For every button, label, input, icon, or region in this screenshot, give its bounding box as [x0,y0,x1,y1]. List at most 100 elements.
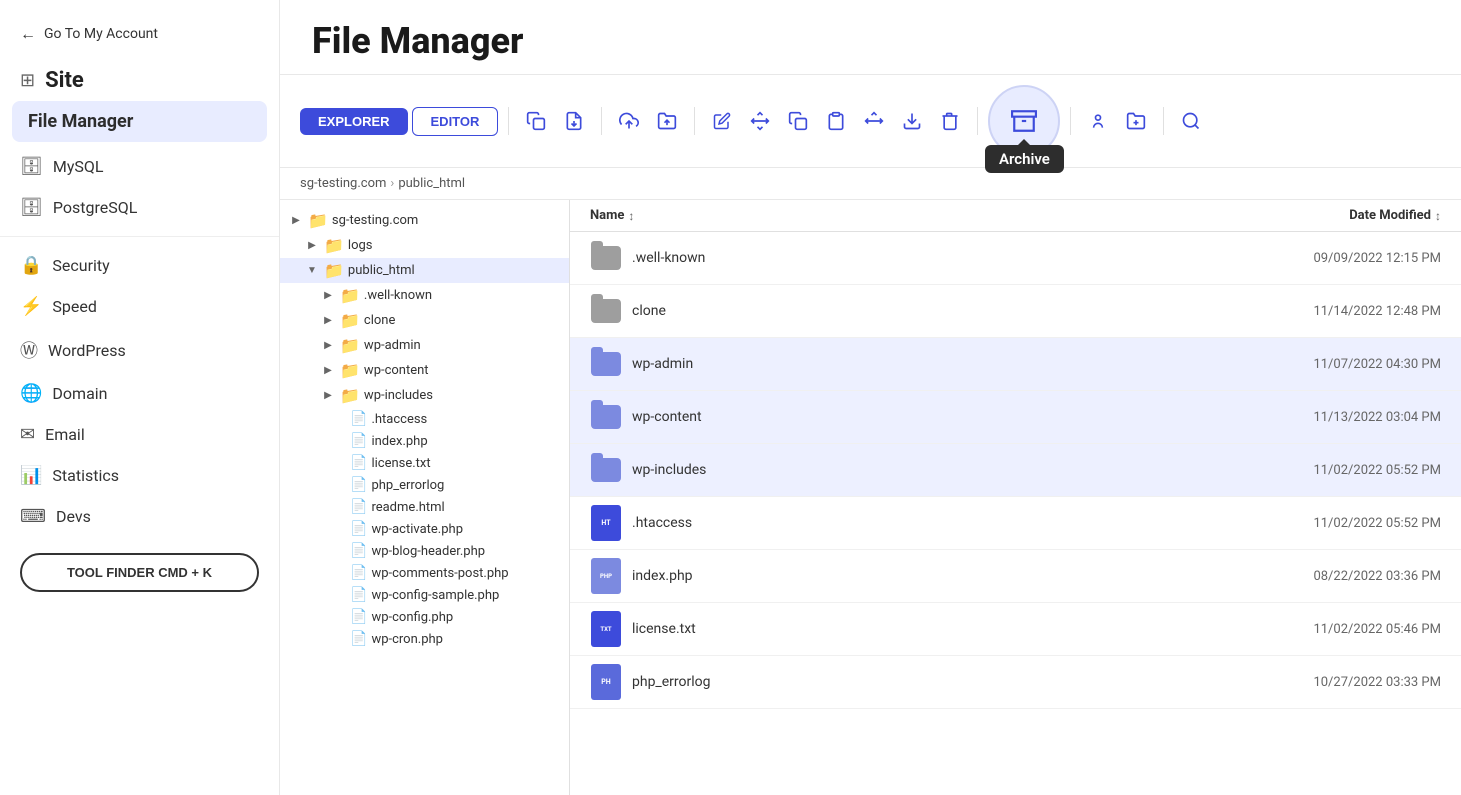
file-row[interactable]: wp-content 11/13/2022 03:04 PM [570,391,1461,444]
tree-item[interactable]: 📄 readme.html [280,496,569,518]
sidebar-item-statistics[interactable]: 📊 Statistics [0,455,279,496]
move-button[interactable] [743,104,777,138]
chevron-down-icon: ▼ [304,265,320,276]
tree-item[interactable]: ▶ 📁 .well-known [280,283,569,308]
tree-item[interactable]: 📄 .htaccess [280,408,569,430]
duplicate-button[interactable] [781,104,815,138]
search-button[interactable] [1174,104,1208,138]
tree-item[interactable]: ▶ 📁 sg-testing.com [280,208,569,233]
tree-item[interactable]: ▶ 📁 wp-content [280,358,569,383]
sidebar-item-label: PostgreSQL [53,198,137,217]
permissions-button[interactable] [1081,104,1115,138]
delete-button[interactable] [933,104,967,138]
sidebar-item-security[interactable]: 🔒 Security [0,245,279,286]
tool-finder-button[interactable]: TOOL FINDER CMD + K [20,553,259,592]
file-badge-icon: HT [590,507,622,539]
file-row[interactable]: PH php_errorlog 10/27/2022 03:33 PM [570,656,1461,709]
file-icon: 📄 [350,543,367,559]
toolbar: EXPLORER EDITOR [280,75,1461,168]
tree-item[interactable]: 📄 license.txt [280,452,569,474]
file-icon: 📄 [350,411,367,427]
sort-date-icon[interactable]: ↕ [1435,209,1441,223]
file-icon: 📄 [350,631,367,647]
breadcrumb-domain[interactable]: sg-testing.com [300,176,386,191]
tree-item[interactable]: ▶ 📁 clone [280,308,569,333]
copy-file-button[interactable] [519,104,553,138]
tree-item[interactable]: 📄 wp-activate.php [280,518,569,540]
file-name: php_errorlog [632,674,1241,690]
folder-icon: 📁 [308,211,328,230]
paste-button[interactable] [819,104,853,138]
tree-item-label: .htaccess [371,412,427,427]
file-name: .htaccess [632,515,1241,531]
tree-item-public-html[interactable]: ▼ 📁 public_html [280,258,569,283]
sort-name-icon[interactable]: ↕ [628,209,634,223]
file-list-panel: Name ↕ Date Modified ↕ .well-known 09/09… [570,200,1461,795]
tree-item[interactable]: 📄 wp-config-sample.php [280,584,569,606]
sidebar-item-file-manager[interactable]: File Manager [12,101,267,142]
tree-item-label: php_errorlog [371,478,444,493]
tree-item[interactable]: 📄 wp-config.php [280,606,569,628]
folder-icon [590,348,622,380]
folder-icon: 📁 [340,386,360,405]
tree-item[interactable]: ▶ 📁 wp-includes [280,383,569,408]
toolbar-separator-2 [601,107,602,135]
sidebar-item-domain[interactable]: 🌐 Domain [0,373,279,414]
tree-item[interactable]: 📄 index.php [280,430,569,452]
file-name: clone [632,303,1241,319]
sidebar-item-email[interactable]: ✉ Email [0,414,279,455]
tree-item[interactable]: 📄 wp-cron.php [280,628,569,650]
file-name: .well-known [632,250,1241,266]
new-folder-button[interactable] [1119,104,1153,138]
file-row[interactable]: wp-admin 11/07/2022 04:30 PM [570,338,1461,391]
tree-item-label: readme.html [371,500,444,515]
file-row[interactable]: .well-known 09/09/2022 12:15 PM [570,232,1461,285]
upload-button[interactable] [612,104,646,138]
file-date: 11/02/2022 05:46 PM [1241,622,1441,637]
sidebar-item-devs[interactable]: ⌨ Devs [0,496,279,537]
sidebar-item-postgresql[interactable]: 🗄 PostgreSQL [0,187,279,228]
editor-tab[interactable]: EDITOR [412,107,499,136]
sidebar-item-wordpress[interactable]: Ⓦ WordPress [0,327,279,373]
file-row[interactable]: wp-includes 11/02/2022 05:52 PM [570,444,1461,497]
tree-item[interactable]: 📄 wp-comments-post.php [280,562,569,584]
folder-icon: 📁 [340,311,360,330]
toolbar-separator-3 [694,107,695,135]
sidebar-item-label: Email [45,425,85,444]
tree-item[interactable]: ▶ 📁 logs [280,233,569,258]
file-date: 11/02/2022 05:52 PM [1241,516,1441,531]
tree-item-label: wp-content [364,363,429,378]
folder-icon: 📁 [340,336,360,355]
edit-button[interactable] [705,104,739,138]
tree-item[interactable]: 📄 php_errorlog [280,474,569,496]
file-row[interactable]: clone 11/14/2022 12:48 PM [570,285,1461,338]
back-to-account[interactable]: ← Go To My Account [0,16,279,60]
breadcrumb-folder[interactable]: public_html [398,176,465,191]
archive-wrapper: Archive [988,85,1060,157]
file-row[interactable]: HT .htaccess 11/02/2022 05:52 PM [570,497,1461,550]
sidebar-item-speed[interactable]: ⚡ Speed [0,286,279,327]
upload-folder-button[interactable] [650,104,684,138]
folder-icon [590,454,622,486]
explorer-tab[interactable]: EXPLORER [300,108,408,135]
tree-item[interactable]: ▶ 📁 wp-admin [280,333,569,358]
chevron-icon: ▶ [320,290,336,301]
tree-item-label: public_html [348,263,415,278]
lock-icon: 🔒 [20,255,42,276]
email-icon: ✉ [20,424,35,445]
file-row[interactable]: TXT license.txt 11/02/2022 05:46 PM [570,603,1461,656]
sidebar-item-mysql[interactable]: 🗄 MySQL [0,146,279,187]
file-name: index.php [632,568,1241,584]
move-file-button[interactable] [557,104,591,138]
file-name: wp-admin [632,356,1241,372]
sidebar-item-label: WordPress [48,341,126,360]
tree-item[interactable]: 📄 wp-blog-header.php [280,540,569,562]
chevron-icon: ▶ [320,340,336,351]
toolbar-separator [508,107,509,135]
archive-tooltip: Archive [985,145,1064,173]
download-button[interactable] [895,104,929,138]
file-badge-icon: PH [590,666,622,698]
file-row[interactable]: PHP index.php 08/22/2022 03:36 PM [570,550,1461,603]
move-arrows-button[interactable] [857,104,891,138]
file-icon: 📄 [350,587,367,603]
